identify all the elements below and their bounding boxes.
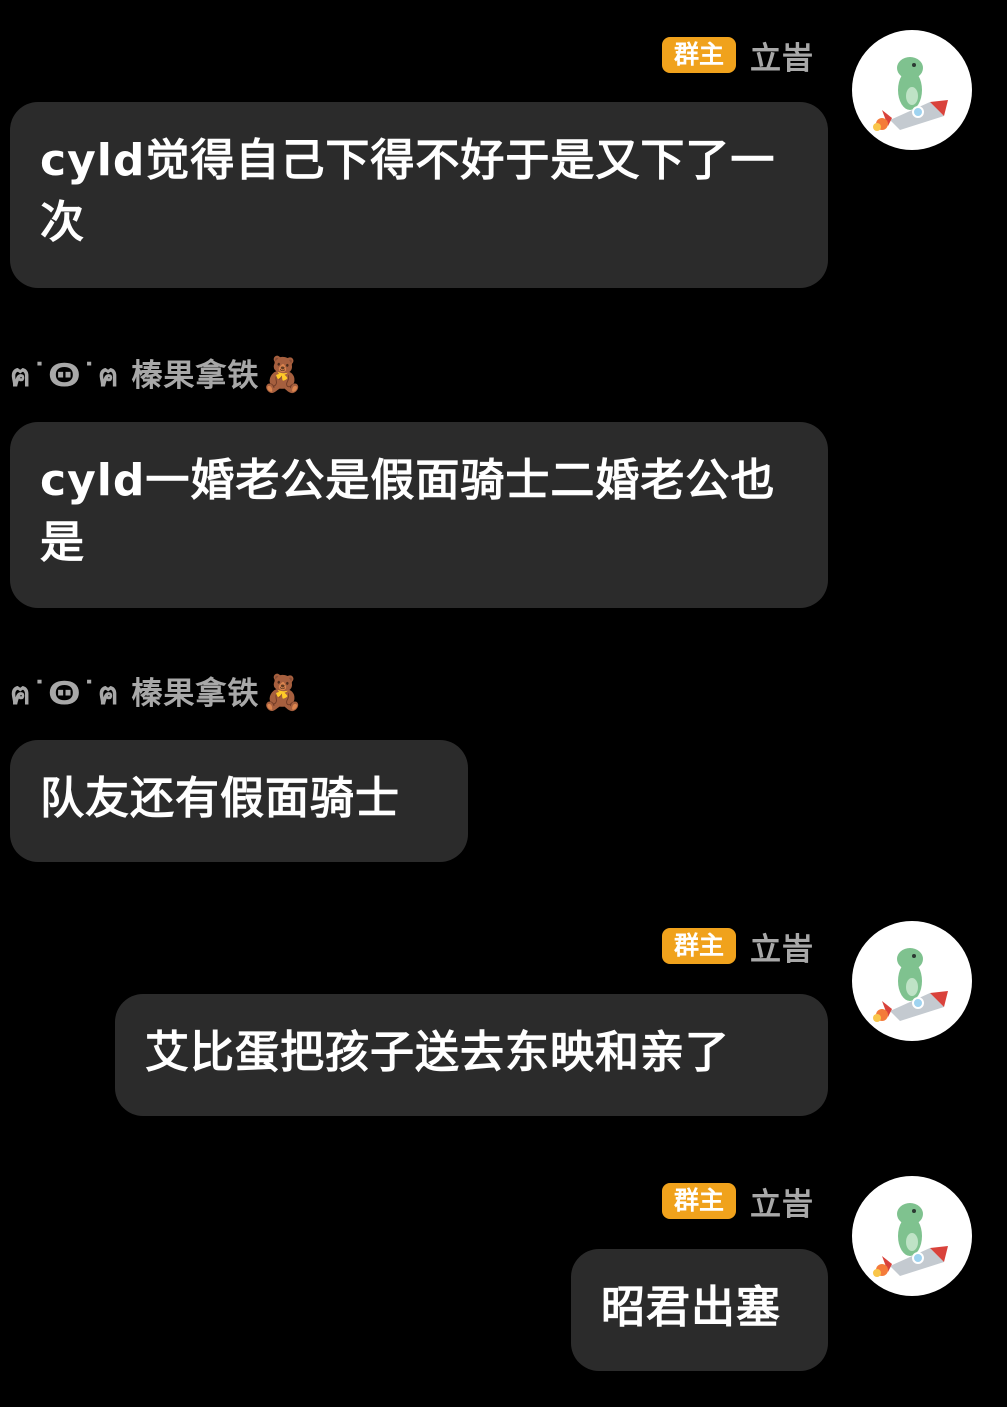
- avatar[interactable]: [852, 1176, 972, 1296]
- sender-info: ฅ˙Ꙫ˙ฅ 榛果拿铁 🧸: [10, 673, 304, 713]
- sender-info: 群主 立峕: [661, 924, 814, 969]
- sender-name[interactable]: ฅ˙Ꙫ˙ฅ 榛果拿铁: [10, 668, 259, 718]
- sender-name[interactable]: ฅ˙Ꙫ˙ฅ 榛果拿铁: [10, 350, 259, 400]
- message-bubble[interactable]: 艾比蛋把孩子送去东映和亲了: [115, 994, 828, 1116]
- message-bubble[interactable]: 队友还有假面骑士: [10, 740, 468, 862]
- sender-name[interactable]: 立峕: [750, 33, 814, 78]
- teddy-bear-icon: 🧸: [261, 673, 304, 713]
- teddy-bear-icon: 🧸: [261, 355, 304, 395]
- sender-info: 群主 立峕: [661, 1179, 814, 1224]
- message-bubble[interactable]: cyld一婚老公是假面骑士二婚老公也是: [10, 422, 828, 608]
- sender-info: 群主 立峕: [661, 33, 814, 78]
- avatar[interactable]: [852, 30, 972, 150]
- owner-badge: 群主: [661, 928, 736, 964]
- sender-name[interactable]: 立峕: [750, 1179, 814, 1224]
- owner-badge: 群主: [661, 1183, 736, 1219]
- dinosaur-rocket-avatar-icon: [873, 1203, 948, 1277]
- sender-info: ฅ˙Ꙫ˙ฅ 榛果拿铁 🧸: [10, 355, 304, 395]
- dinosaur-rocket-avatar-icon: [873, 57, 948, 131]
- dinosaur-rocket-avatar-icon: [873, 948, 948, 1022]
- message-bubble[interactable]: cyld觉得自己下得不好于是又下了一次: [10, 102, 828, 288]
- message-bubble[interactable]: 昭君出塞: [571, 1249, 828, 1371]
- sender-name[interactable]: 立峕: [750, 924, 814, 969]
- avatar[interactable]: [852, 921, 972, 1041]
- owner-badge: 群主: [661, 37, 736, 73]
